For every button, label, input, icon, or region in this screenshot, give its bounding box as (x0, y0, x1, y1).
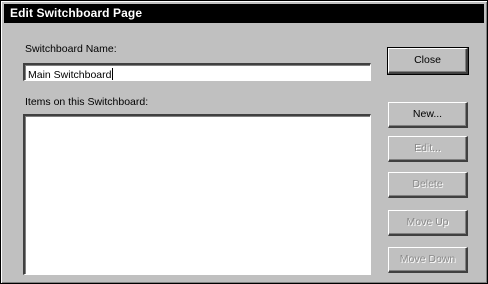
items-listbox[interactable] (23, 114, 371, 275)
edit-button[interactable]: Edit... (388, 136, 468, 162)
move-down-button[interactable]: Move Down (388, 247, 468, 273)
window-title: Edit Switchboard Page (10, 6, 143, 20)
close-button[interactable]: Close (387, 47, 469, 75)
text-caret (112, 68, 114, 80)
edit-switchboard-page-dialog: Edit Switchboard Page Switchboard Name: … (0, 0, 488, 284)
switchboard-name-value: Main Switchboard (28, 69, 112, 81)
window-title-bar[interactable]: Edit Switchboard Page (4, 4, 484, 23)
new-button[interactable]: New... (388, 102, 468, 128)
delete-button[interactable]: Delete (388, 172, 468, 198)
items-on-switchboard-label: Items on this Switchboard: (25, 96, 149, 108)
switchboard-name-label: Switchboard Name: (25, 43, 117, 55)
move-up-button[interactable]: Move Up (388, 210, 468, 236)
switchboard-name-field[interactable]: Main Switchboard (23, 63, 371, 81)
